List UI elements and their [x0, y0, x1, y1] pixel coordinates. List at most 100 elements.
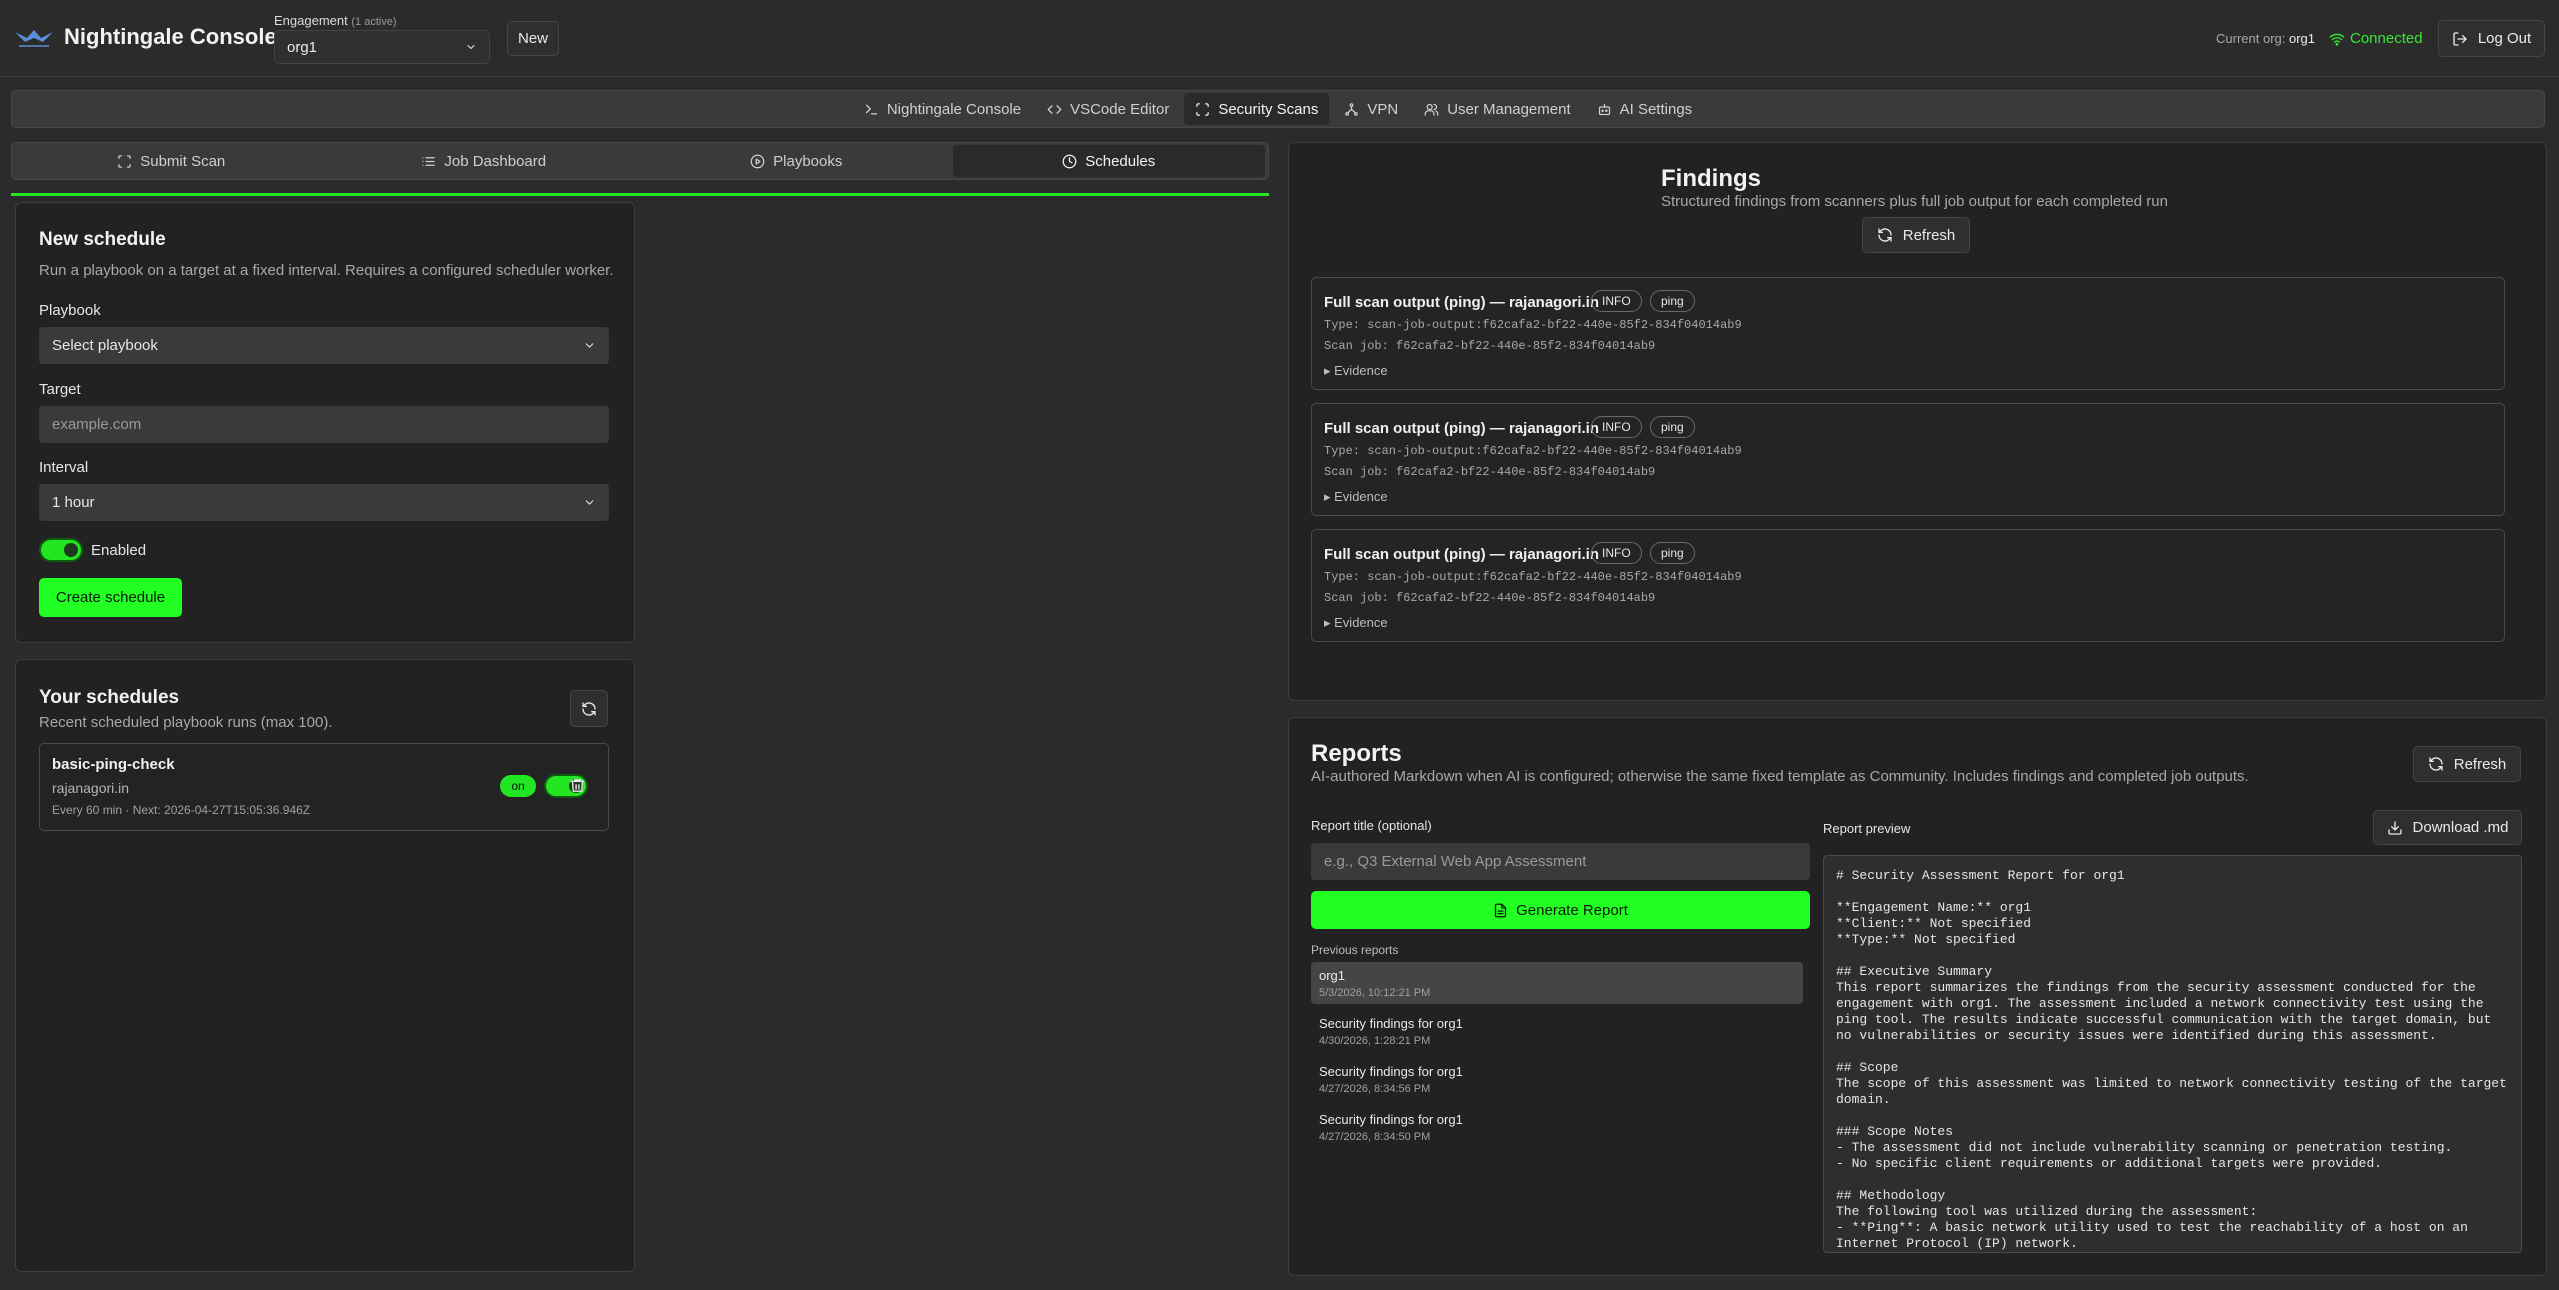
refresh-icon [2429, 757, 2443, 771]
create-schedule-button[interactable]: Create schedule [39, 578, 182, 617]
top-bar: Nightingale Console Engagement (1 active… [0, 0, 2559, 77]
previous-report-item[interactable]: Security findings for org1 4/27/2026, 8:… [1311, 1058, 1803, 1100]
chevron-down-icon [467, 45, 475, 49]
refresh-icon [582, 701, 596, 716]
finding-title: Full scan output (ping) — rajanagori.in [1324, 546, 1599, 563]
finding-card: Full scan output (ping) — rajanagori.in … [1311, 529, 2505, 642]
previous-report-item[interactable]: org1 5/3/2026, 10:12:21 PM [1311, 962, 1803, 1004]
schedule-target: rajanagori.in [52, 780, 130, 796]
finding-title: Full scan output (ping) — rajanagori.in [1324, 420, 1599, 437]
terminal-icon [865, 104, 877, 114]
logout-icon [2453, 31, 2467, 46]
clock-icon [1062, 154, 1077, 168]
new-schedule-subtitle: Run a playbook on a target at a fixed in… [39, 262, 614, 279]
reports-title: Reports [1311, 740, 1402, 767]
finding-title: Full scan output (ping) — rajanagori.in [1324, 294, 1599, 311]
engagement-count: (1 active) [351, 16, 397, 28]
status-badge: on [500, 775, 536, 797]
wifi-icon [2329, 33, 2345, 46]
target-input[interactable]: example.com [39, 406, 609, 443]
evidence-toggle[interactable]: ▸ Evidence [1324, 489, 1388, 505]
refresh-icon [1878, 228, 1892, 242]
nightingale-logo-icon [15, 30, 53, 47]
tab-submit-scan[interactable]: Submit Scan [15, 145, 328, 177]
previous-reports-label: Previous reports [1311, 943, 1399, 957]
finding-type: Type: scan-job-output:f62cafa2-bf22-440e… [1324, 570, 1742, 584]
chevron-down-icon [585, 500, 594, 505]
report-preview[interactable]: # Security Assessment Report for org1 **… [1823, 855, 2522, 1253]
file-text-icon [1495, 903, 1507, 917]
your-schedules-title: Your schedules [39, 687, 180, 708]
severity-badge: INFO [1591, 416, 1642, 438]
app-title: Nightingale Console [64, 24, 277, 49]
severity-badge: INFO [1591, 290, 1642, 312]
findings-title: Findings [1661, 165, 1761, 192]
bot-icon [1598, 103, 1610, 115]
engagement-label: Engagement (1 active) [274, 13, 397, 28]
play-circle-icon [750, 154, 765, 168]
tab-nightingale-console[interactable]: Nightingale Console [853, 93, 1032, 125]
connection-status: Connected [2329, 30, 2423, 47]
target-label: Target [39, 381, 81, 398]
generate-report-button[interactable]: Generate Report [1311, 891, 1810, 929]
reports-subtitle: AI-authored Markdown when AI is configur… [1311, 768, 2249, 785]
schedule-name: basic-ping-check [52, 756, 175, 773]
finding-type: Type: scan-job-output:f62cafa2-bf22-440e… [1324, 444, 1742, 458]
tab-schedules[interactable]: Schedules [952, 145, 1265, 177]
finding-job: Scan job: f62cafa2-bf22-440e-85f2-834f04… [1324, 465, 1656, 479]
download-icon [2387, 820, 2402, 835]
finding-card: Full scan output (ping) — rajanagori.in … [1311, 277, 2505, 390]
schedule-meta: Every 60 min · Next: 2026-04-27T15:05:36… [52, 803, 311, 817]
interval-label: Interval [39, 459, 89, 476]
tab-job-dashboard[interactable]: Job Dashboard [328, 145, 641, 177]
code-icon [1047, 104, 1062, 114]
reports-refresh-button[interactable]: Refresh [2413, 746, 2521, 782]
interval-select[interactable]: 1 hour [39, 484, 609, 521]
finding-type: Type: scan-job-output:f62cafa2-bf22-440e… [1324, 318, 1742, 332]
logout-button[interactable]: Log Out [2438, 20, 2545, 57]
tool-badge: ping [1650, 290, 1695, 312]
tab-ai-settings[interactable]: AI Settings [1586, 93, 1704, 125]
scan-icon [118, 154, 131, 168]
list-icon [422, 156, 436, 166]
tool-badge: ping [1650, 416, 1695, 438]
report-preview-label: Report preview [1823, 821, 1911, 836]
finding-job: Scan job: f62cafa2-bf22-440e-85f2-834f04… [1324, 339, 1656, 353]
your-schedules-subtitle: Recent scheduled playbook runs (max 100)… [39, 714, 333, 731]
engagement-select[interactable]: org1 [274, 30, 490, 64]
scan-icon [1196, 102, 1210, 116]
tab-user-management[interactable]: User Management [1413, 93, 1581, 125]
download-md-button[interactable]: Download .md [2373, 810, 2522, 845]
evidence-toggle[interactable]: ▸ Evidence [1324, 615, 1388, 631]
trash-icon[interactable] [569, 777, 586, 794]
active-tab-indicator [11, 193, 1269, 196]
enabled-label: Enabled [91, 542, 147, 559]
schedule-item: basic-ping-check rajanagori.in Every 60 … [39, 743, 609, 831]
refresh-schedules-button[interactable] [570, 690, 608, 727]
tab-vscode-editor[interactable]: VSCode Editor [1036, 93, 1180, 125]
network-icon [1345, 102, 1359, 116]
current-org: Current org: org1 [2216, 31, 2316, 46]
tool-badge: ping [1650, 542, 1695, 564]
previous-report-item[interactable]: Security findings for org1 4/30/2026, 1:… [1311, 1010, 1803, 1052]
finding-card: Full scan output (ping) — rajanagori.in … [1311, 403, 2505, 516]
findings-refresh-button[interactable]: Refresh [1862, 217, 1970, 253]
report-preview-text: # Security Assessment Report for org1 **… [1836, 868, 2507, 1251]
report-title-input[interactable]: e.g., Q3 External Web App Assessment [1311, 843, 1810, 880]
severity-badge: INFO [1591, 542, 1642, 564]
new-engagement-button[interactable]: New [507, 21, 559, 56]
main-nav: Nightingale Console VSCode Editor Securi… [11, 90, 2545, 128]
enabled-toggle[interactable] [39, 538, 83, 562]
finding-job: Scan job: f62cafa2-bf22-440e-85f2-834f04… [1324, 591, 1656, 605]
findings-subtitle: Structured findings from scanners plus f… [1661, 193, 2168, 210]
new-schedule-title: New schedule [39, 229, 166, 250]
tab-playbooks[interactable]: Playbooks [640, 145, 953, 177]
playbook-select[interactable]: Select playbook [39, 327, 609, 364]
scan-sub-nav: Submit Scan Job Dashboard Playbooks Sche… [11, 142, 1269, 180]
report-title-label: Report title (optional) [1311, 818, 1432, 833]
previous-report-item[interactable]: Security findings for org1 4/27/2026, 8:… [1311, 1106, 1803, 1148]
playbook-label: Playbook [39, 302, 101, 319]
evidence-toggle[interactable]: ▸ Evidence [1324, 363, 1388, 379]
tab-vpn[interactable]: VPN [1333, 93, 1409, 125]
tab-security-scans[interactable]: Security Scans [1184, 93, 1330, 125]
